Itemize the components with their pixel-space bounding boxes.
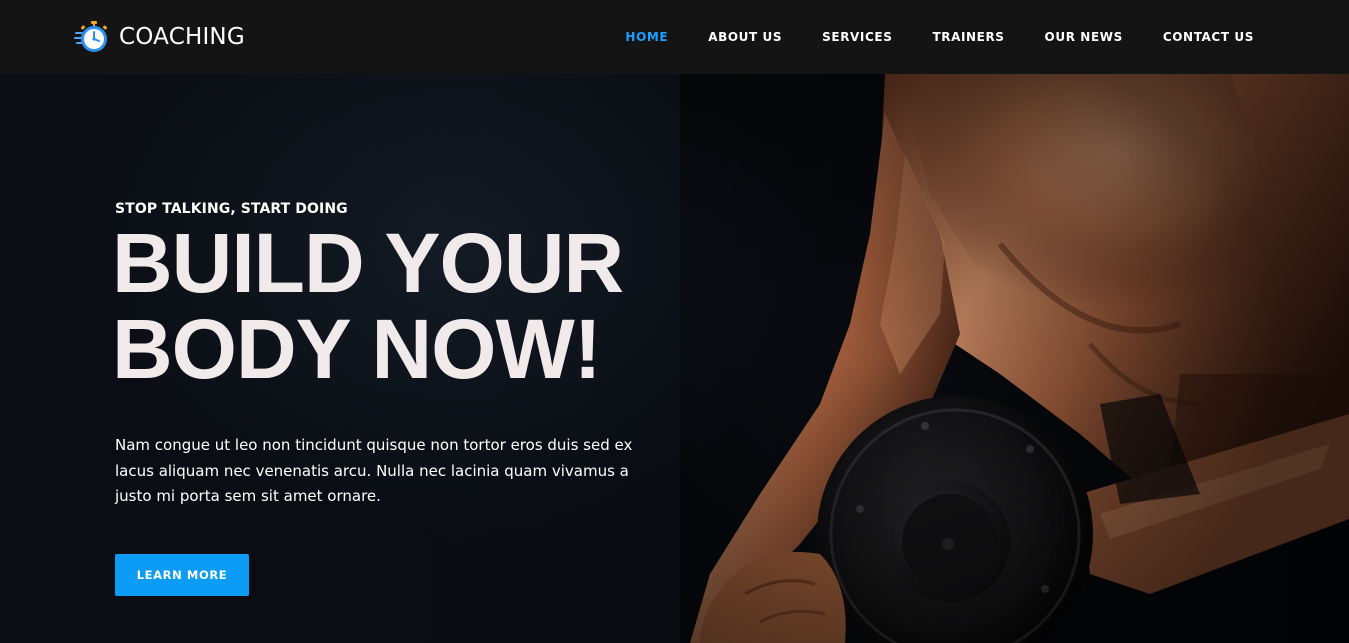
nav-item-our-news[interactable]: OUR NEWS <box>1045 30 1123 44</box>
learn-more-button[interactable]: LEARN MORE <box>115 554 249 596</box>
hero-section: STOP TALKING, START DOING BUILD YOUR BOD… <box>0 74 1349 643</box>
site-header: COACHING HOME ABOUT US SERVICES TRAINERS… <box>0 0 1349 74</box>
stopwatch-icon <box>74 21 108 52</box>
nav-item-home[interactable]: HOME <box>625 30 668 44</box>
nav-item-trainers[interactable]: TRAINERS <box>932 30 1004 44</box>
hero-headline: BUILD YOUR BODY NOW! <box>112 216 624 396</box>
hero-headline-line-2: BODY NOW! <box>112 302 602 396</box>
hero-lead-text: Nam congue ut leo non tincidunt quisque … <box>115 436 633 505</box>
nav-item-services[interactable]: SERVICES <box>822 30 892 44</box>
main-nav: HOME ABOUT US SERVICES TRAINERS OUR NEWS… <box>625 0 1254 74</box>
hero-headline-line-1: BUILD YOUR <box>112 216 624 310</box>
logo[interactable]: COACHING <box>74 19 245 55</box>
logo-text: COACHING <box>119 24 245 50</box>
nav-item-about-us[interactable]: ABOUT US <box>708 30 782 44</box>
nav-item-contact-us[interactable]: CONTACT US <box>1163 30 1254 44</box>
